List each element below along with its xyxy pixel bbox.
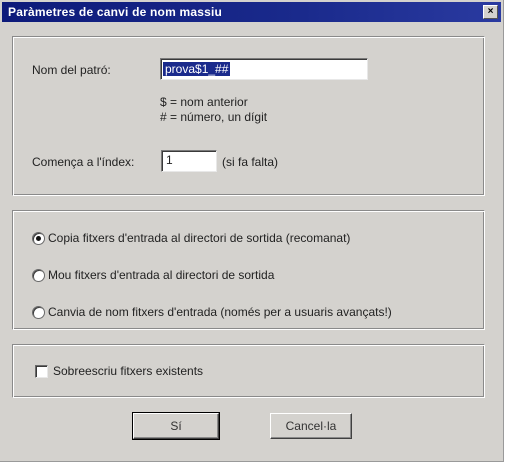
radio-move-label[interactable]: Mou fitxers d'entrada al directori de so… <box>48 268 274 282</box>
ok-button[interactable]: Sí <box>132 412 220 440</box>
start-index-label: Comença a l'índex: <box>32 155 135 169</box>
pattern-input-value: prova$1_## <box>163 62 231 76</box>
radio-copy-label[interactable]: Copia fitxers d'entrada al directori de … <box>48 231 350 245</box>
overwrite-checkbox[interactable] <box>35 365 48 378</box>
radio-rename[interactable] <box>32 306 45 319</box>
cancel-button[interactable]: Cancel·la <box>270 413 352 439</box>
rename-dialog: Paràmetres de canvi de nom massiu × Nom … <box>0 0 504 462</box>
pattern-input[interactable]: prova$1_## <box>160 58 368 80</box>
radio-selected-dot <box>36 236 41 241</box>
start-index-input[interactable]: 1 <box>161 150 217 172</box>
start-index-note: (si fa falta) <box>222 155 279 169</box>
close-icon: × <box>487 6 494 17</box>
radio-move[interactable] <box>32 269 45 282</box>
radio-copy[interactable] <box>32 232 45 245</box>
start-index-value: 1 <box>166 153 173 167</box>
pattern-hint-prev-name: $ = nom anterior <box>160 95 248 109</box>
pattern-label: Nom del patró: <box>32 63 111 77</box>
pattern-hint-digit: # = número, un dígit <box>160 110 268 124</box>
close-button[interactable]: × <box>483 5 498 19</box>
overwrite-label[interactable]: Sobreescriu fitxers existents <box>53 364 203 378</box>
title-bar[interactable]: Paràmetres de canvi de nom massiu × <box>2 2 501 22</box>
dialog-title: Paràmetres de canvi de nom massiu <box>8 5 223 19</box>
radio-rename-label[interactable]: Canvia de nom fitxers d'entrada (només p… <box>48 305 392 319</box>
